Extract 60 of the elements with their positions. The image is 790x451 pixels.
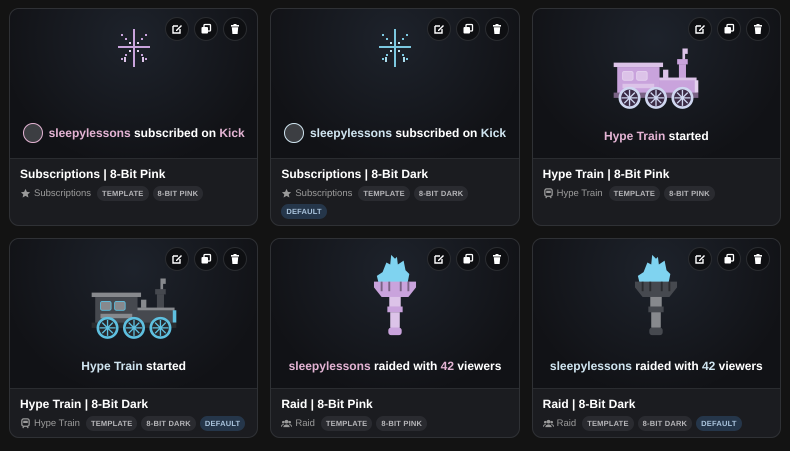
edit-button[interactable]	[426, 247, 451, 271]
card-title: Subscriptions | 8-Bit Dark	[281, 167, 430, 182]
copy-icon	[462, 253, 474, 265]
delete-button[interactable]	[746, 247, 770, 271]
category-label: Raid	[556, 418, 576, 429]
edit-button[interactable]	[165, 247, 190, 271]
copy-button[interactable]	[456, 17, 480, 41]
edit-icon	[432, 23, 445, 35]
trash-icon	[229, 253, 242, 265]
trash-icon	[229, 23, 242, 35]
category-label: Hype Train	[34, 418, 80, 429]
copy-button[interactable]	[716, 247, 741, 271]
people-icon	[542, 418, 554, 429]
event-message: sleepylessons raided with 42 viewers	[288, 359, 502, 373]
delete-button[interactable]	[223, 17, 248, 41]
card-title: Hype Train | 8-Bit Dark	[20, 397, 150, 412]
edit-button[interactable]	[688, 247, 712, 271]
delete-button[interactable]	[746, 17, 770, 41]
trash-icon	[752, 23, 764, 35]
copy-icon	[462, 23, 474, 35]
edit-icon	[171, 253, 184, 265]
edit-button[interactable]	[165, 17, 190, 41]
trash-icon	[490, 23, 503, 35]
card-title: Subscriptions | 8-Bit Pink	[20, 167, 166, 182]
trash-icon	[490, 253, 503, 265]
trash-icon	[752, 253, 764, 265]
category-label: Raid	[295, 418, 315, 429]
event-message: sleepylessons raided with 42 viewers	[550, 359, 763, 373]
copy-icon	[722, 23, 735, 35]
edit-button[interactable]	[426, 17, 451, 41]
delete-button[interactable]	[223, 247, 248, 271]
card-title: Raid | 8-Bit Dark	[542, 397, 636, 412]
copy-icon	[200, 253, 212, 265]
edit-icon	[432, 253, 445, 265]
copy-button[interactable]	[194, 247, 218, 271]
train-icon	[542, 188, 554, 199]
copy-button[interactable]	[716, 17, 741, 41]
event-message: Hype Train started	[604, 129, 709, 143]
delete-button[interactable]	[484, 17, 509, 41]
edit-button[interactable]	[688, 17, 712, 41]
copy-icon	[200, 23, 212, 35]
copy-button[interactable]	[194, 17, 218, 41]
star-icon	[281, 188, 292, 199]
event-message: sleepylessons subscribed on Kick	[310, 126, 506, 140]
star-icon	[20, 188, 31, 199]
card-title: Hype Train | 8-Bit Pink	[542, 167, 670, 182]
copy-icon	[722, 253, 735, 265]
category-label: Subscriptions	[34, 188, 92, 199]
edit-icon	[694, 253, 706, 265]
train-icon	[20, 418, 31, 429]
event-message: Hype Train started	[81, 359, 186, 373]
category-label: Subscriptions	[295, 188, 352, 199]
delete-button[interactable]	[484, 247, 509, 271]
people-icon	[281, 418, 292, 429]
category-label: Hype Train	[556, 188, 603, 199]
event-message: sleepylessons subscribed on Kick	[48, 126, 245, 140]
card-title: Raid | 8-Bit Pink	[281, 397, 374, 412]
edit-icon	[694, 23, 706, 35]
edit-icon	[171, 23, 184, 35]
copy-button[interactable]	[456, 247, 480, 271]
